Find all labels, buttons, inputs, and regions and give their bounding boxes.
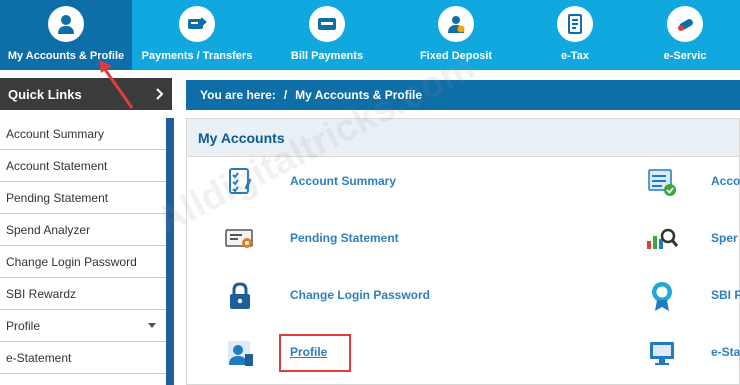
nav-label: Fixed Deposit: [419, 50, 493, 62]
medal-icon: [645, 279, 679, 313]
sidebar-item-profile[interactable]: Profile: [0, 310, 166, 342]
quick-links-title: Quick Links: [8, 86, 82, 102]
certificate-icon: [223, 222, 257, 256]
list-item: Change Login Password SBI F: [187, 271, 740, 321]
sidebar-item-account-statement[interactable]: Account Statement: [0, 150, 166, 182]
tax-icon: [557, 6, 593, 42]
analyzer-icon: [645, 222, 679, 256]
sidebar-item-account-summary[interactable]: Account Summary: [0, 118, 166, 150]
sidebar-item-label: Change Login Password: [6, 254, 137, 269]
caret-down-icon: [148, 323, 156, 328]
sidebar-item-label: Pending Statement: [6, 190, 109, 205]
breadcrumb: You are here: / My Accounts & Profile: [186, 80, 740, 110]
breadcrumb-current[interactable]: My Accounts & Profile: [295, 88, 422, 102]
list-item: Profile e-Sta: [187, 328, 740, 378]
nav-payments-transfers[interactable]: Payments / Transfers: [132, 0, 262, 70]
quick-links-header[interactable]: Quick Links: [0, 78, 172, 110]
user-icon: [48, 6, 84, 42]
profile-link[interactable]: Profile: [290, 345, 327, 359]
account-statement-link[interactable]: Acco: [711, 174, 740, 188]
sidebar-item-label: Profile: [6, 318, 41, 333]
nav-label: Bill Payments: [290, 50, 364, 62]
sidebar-item-label: Account Statement: [6, 158, 108, 173]
breadcrumb-prefix: You are here:: [200, 88, 276, 102]
account-summary-link[interactable]: Account Summary: [290, 174, 396, 188]
checklist-icon: [223, 165, 257, 199]
services-icon: [667, 6, 703, 42]
pending-statement-link[interactable]: Pending Statement: [290, 231, 399, 245]
top-nav: My Accounts & Profile Payments / Transfe…: [0, 0, 740, 70]
sidebar-item-label: Account Summary: [6, 126, 105, 141]
sidebar-item-label: SBI Rewardz: [6, 286, 77, 301]
deposit-icon: [438, 6, 474, 42]
transfer-icon: [179, 6, 215, 42]
sidebar-item-pending-statement[interactable]: Pending Statement: [0, 182, 166, 214]
nav-my-accounts[interactable]: My Accounts & Profile: [0, 0, 132, 70]
nav-label: My Accounts & Profile: [7, 50, 125, 62]
change-login-password-link[interactable]: Change Login Password: [290, 288, 430, 302]
lock-icon: [223, 279, 257, 313]
nav-label: e-Servic: [663, 50, 707, 62]
sidebar-item-label: e-Statement: [6, 350, 72, 365]
bill-icon: [309, 6, 345, 42]
nav-fixed-deposit[interactable]: Fixed Deposit: [392, 0, 520, 70]
sidebar-item-change-login-password[interactable]: Change Login Password: [0, 246, 166, 278]
breadcrumb-separator: /: [283, 88, 288, 102]
sidebar-item-label: Spend Analyzer: [6, 222, 91, 237]
panel-title: My Accounts: [187, 119, 739, 157]
sidebar-item-e-statement[interactable]: e-Statement: [0, 342, 166, 374]
nav-label: e-Tax: [561, 50, 589, 62]
my-accounts-panel: My Accounts Account Summary Acco Pending…: [186, 118, 740, 385]
spend-analyzer-link[interactable]: Sper: [711, 231, 738, 245]
sbi-rewardz-link[interactable]: SBI F: [711, 288, 740, 302]
nav-e-tax[interactable]: e-Tax: [520, 0, 630, 70]
nav-label: Payments / Transfers: [141, 50, 253, 62]
list-check-icon: [645, 165, 679, 199]
list-item: Pending Statement Sper: [187, 214, 740, 264]
sidebar-scrollbar[interactable]: [166, 118, 174, 385]
e-statement-link[interactable]: e-Sta: [711, 345, 740, 359]
sidebar-item-sbi-rewardz[interactable]: SBI Rewardz: [0, 278, 166, 310]
nav-e-services[interactable]: e-Servic: [630, 0, 740, 70]
list-item: Account Summary Acco: [187, 157, 740, 207]
chevron-right-icon: [156, 88, 164, 100]
monitor-icon: [645, 336, 679, 370]
nav-bill-payments[interactable]: Bill Payments: [262, 0, 392, 70]
profile-icon: [223, 336, 257, 370]
sidebar-item-spend-analyzer[interactable]: Spend Analyzer: [0, 214, 166, 246]
sidebar: Account Summary Account Statement Pendin…: [0, 118, 176, 385]
page: My Accounts & Profile Payments / Transfe…: [0, 0, 740, 385]
